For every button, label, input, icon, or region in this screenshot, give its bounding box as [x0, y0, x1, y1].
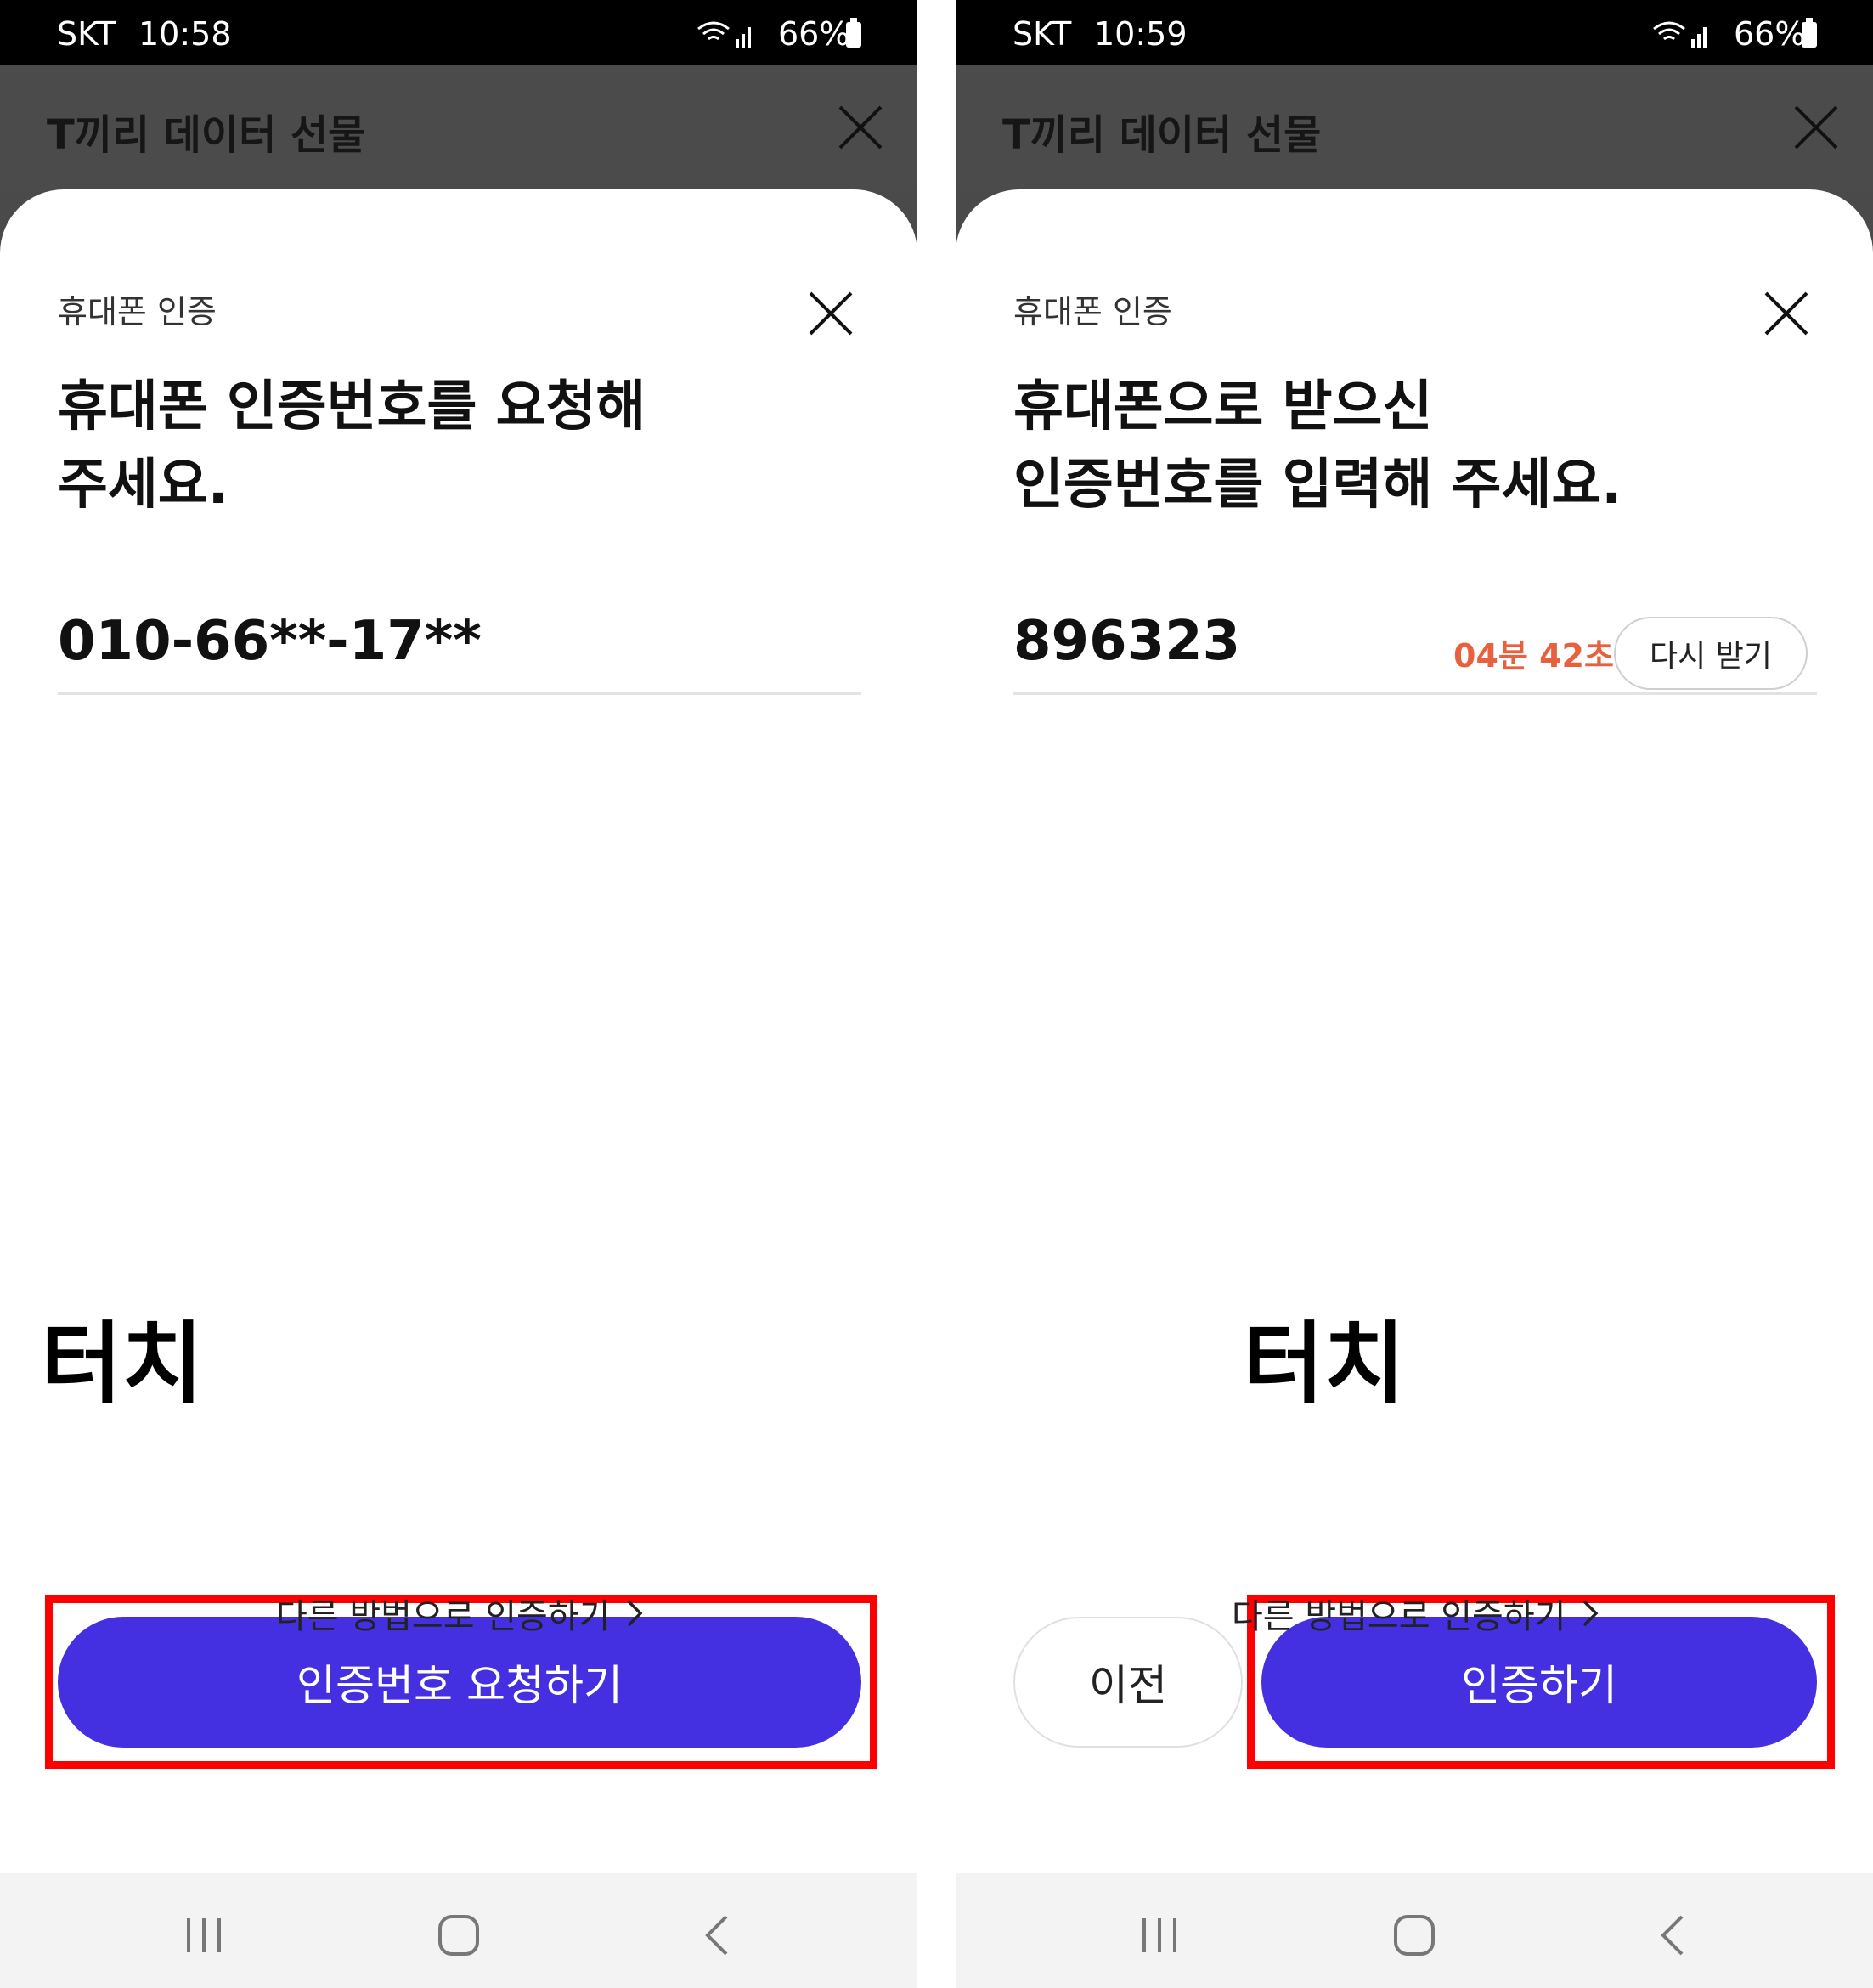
status-bar: SKT 10:59 66%	[956, 0, 1873, 65]
battery-icon	[1802, 18, 1817, 48]
clock: 10:59	[1094, 15, 1188, 53]
close-icon[interactable]	[1763, 290, 1810, 337]
prev-button[interactable]: 이전	[1013, 1617, 1243, 1748]
close-icon[interactable]	[1792, 104, 1840, 151]
recents-icon[interactable]	[178, 1910, 229, 1961]
status-bar: SKT 10:58 66%	[0, 0, 917, 65]
title-line-1: 휴대폰 인증번호를 요청해	[58, 376, 646, 438]
back-icon[interactable]	[1648, 1910, 1699, 1961]
recents-icon[interactable]	[1134, 1910, 1185, 1961]
phone-screen-right: SKT 10:59 66% T끼리 데이터 선물 휴대폰 인증 휴대폰으로 받으…	[956, 0, 1873, 1988]
title-line-1: 휴대폰으로 받으신	[1013, 376, 1433, 438]
carrier-label: SKT	[57, 15, 116, 53]
alt-auth-label: 다른 방법으로 인증하기	[1232, 1597, 1566, 1636]
phone-number-field[interactable]: 010-66**-17**	[58, 608, 861, 695]
wifi-signal-icon	[697, 21, 751, 48]
touch-annotation: 터치	[41, 1312, 204, 1415]
chevron-right-icon	[1583, 1600, 1599, 1627]
touch-annotation: 터치	[1243, 1312, 1406, 1415]
wifi-signal-icon	[1653, 21, 1707, 48]
phone-number-value: 010-66**-17**	[58, 610, 482, 673]
alt-auth-link[interactable]: 다른 방법으로 인증하기	[276, 1589, 652, 1638]
chevron-right-icon	[628, 1600, 643, 1627]
battery-icon	[846, 18, 861, 48]
battery-percent: 66%	[778, 15, 850, 53]
page-title: 휴대폰으로 받으신 인증번호를 입력해 주세요.	[1013, 368, 1622, 524]
system-nav-bar	[0, 1873, 917, 1988]
verification-code-value: 896323	[1013, 610, 1241, 673]
app-header: T끼리 데이터 선물	[0, 65, 917, 191]
alt-auth-label: 다른 방법으로 인증하기	[276, 1597, 611, 1636]
app-title: T끼리 데이터 선물	[47, 111, 366, 159]
home-icon[interactable]	[433, 1910, 484, 1961]
close-icon[interactable]	[807, 290, 855, 337]
app-title: T끼리 데이터 선물	[1002, 111, 1322, 159]
page-title: 휴대폰 인증번호를 요청해 주세요.	[58, 368, 646, 524]
app-header: T끼리 데이터 선물	[956, 65, 1873, 191]
battery-percent: 66%	[1734, 15, 1806, 53]
sheet-label: 휴대폰 인증	[1013, 293, 1172, 330]
carrier-label: SKT	[1013, 15, 1072, 53]
countdown-timer: 04분 42초	[1453, 637, 1614, 675]
system-nav-bar	[956, 1873, 1873, 1988]
verification-code-field[interactable]: 896323 04분 42초 다시 받기	[1013, 608, 1817, 695]
close-icon[interactable]	[837, 104, 884, 151]
title-line-2: 주세요.	[58, 454, 228, 517]
clock: 10:58	[138, 15, 232, 53]
home-icon[interactable]	[1389, 1910, 1440, 1961]
phone-screen-left: SKT 10:58 66% T끼리 데이터 선물 휴대폰 인증 휴대폰 인증번호…	[0, 0, 917, 1988]
back-icon[interactable]	[692, 1910, 743, 1961]
resend-button[interactable]: 다시 받기	[1614, 617, 1808, 690]
title-line-2: 인증번호를 입력해 주세요.	[1013, 454, 1622, 517]
alt-auth-link[interactable]: 다른 방법으로 인증하기	[1232, 1589, 1608, 1638]
sheet-label: 휴대폰 인증	[58, 293, 217, 330]
